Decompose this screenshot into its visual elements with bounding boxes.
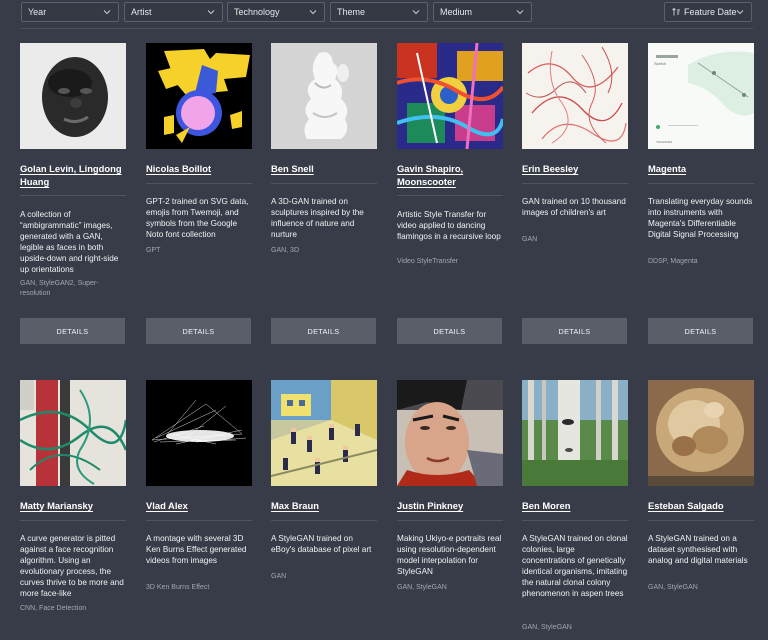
- divider: [397, 520, 503, 521]
- artist-name-link[interactable]: Ben Snell: [271, 162, 377, 175]
- artwork-description: Artistic Style Transfer for video applie…: [397, 210, 501, 241]
- divider: [20, 195, 126, 196]
- artwork-description: A StyleGAN trained on clonal colonies, l…: [522, 534, 628, 598]
- artwork-description: A 3D-GAN trained on sculptures inspired …: [271, 197, 364, 239]
- artwork-thumbnail[interactable]: [522, 43, 628, 149]
- artwork-tags: GAN: [271, 573, 287, 580]
- artist-name-link[interactable]: Gavin Shapiro, Moonscooter: [397, 162, 503, 188]
- details-button[interactable]: DETAILS: [271, 318, 376, 344]
- chevron-down-icon: [102, 7, 112, 17]
- filter-technology-label: Technology: [234, 7, 280, 17]
- chevron-down-icon: [206, 7, 216, 17]
- artist-name-link[interactable]: Ben Moren: [522, 499, 628, 512]
- artist-name-link[interactable]: Golan Levin, Lingdong Huang: [20, 162, 126, 188]
- filter-artist-label: Artist: [131, 7, 152, 17]
- artist-name-link[interactable]: Vlad Alex: [146, 499, 252, 512]
- chevron-down-icon: [411, 7, 421, 17]
- artwork-tags: GPT: [146, 247, 161, 254]
- divider: [522, 183, 628, 184]
- artwork-thumbnail[interactable]: [397, 43, 503, 149]
- artwork-description: GAN trained on 10 thousand images of chi…: [522, 197, 626, 217]
- sort-label: Feature Date: [684, 7, 737, 17]
- artwork-tags: GAN, StyleGAN: [522, 624, 572, 631]
- artwork-thumbnail[interactable]: [397, 380, 503, 486]
- artwork-thumbnail[interactable]: Sketch TRANSFER: [648, 43, 754, 149]
- artwork-tags: CNN, Face Detection: [20, 605, 87, 612]
- artwork-description: Translating everyday sounds into instrum…: [648, 197, 753, 239]
- artwork-thumbnail[interactable]: [146, 43, 252, 149]
- artwork-thumbnail[interactable]: [271, 43, 377, 149]
- artist-name-link[interactable]: Magenta: [648, 162, 754, 175]
- artwork-description: A montage with several 3D Ken Burns Effe…: [146, 534, 247, 565]
- artwork-thumbnail[interactable]: [522, 380, 628, 486]
- artist-name-link[interactable]: Justin Pinkney: [397, 499, 503, 512]
- divider: [522, 520, 628, 521]
- thumbnail-caption: Sketch: [654, 61, 666, 66]
- artwork-thumbnail[interactable]: [648, 380, 754, 486]
- artwork-description: A collection of “ambigrammatic” images, …: [20, 210, 119, 274]
- artwork-description: A curve generator is pitted against a fa…: [20, 534, 124, 598]
- details-button[interactable]: DETAILS: [146, 318, 251, 344]
- filter-medium-select[interactable]: Medium: [433, 2, 532, 22]
- artwork-tags: GAN, StyleGAN: [397, 584, 447, 591]
- divider: [146, 520, 252, 521]
- divider: [271, 183, 377, 184]
- artist-name-link[interactable]: Erin Beesley: [522, 162, 628, 175]
- artwork-tags: GAN: [522, 236, 538, 243]
- artwork-description: GPT-2 trained on SVG data, emojis from T…: [146, 197, 249, 239]
- filter-theme-label: Theme: [337, 7, 366, 17]
- divider: [271, 520, 377, 521]
- artwork-description: A StyleGAN trained on eBoy's database of…: [271, 534, 372, 554]
- sort-icon: [671, 7, 681, 17]
- divider: [146, 183, 252, 184]
- artist-name-link[interactable]: Nicolas Boillot: [146, 162, 252, 175]
- artist-name-link[interactable]: Esteban Salgado: [648, 499, 754, 512]
- artwork-tags: Video StyleTransfer: [397, 258, 459, 265]
- artwork-thumbnail[interactable]: [146, 380, 252, 486]
- artwork-description: Making Ukiyo-e portraits real using reso…: [397, 534, 502, 576]
- details-button[interactable]: DETAILS: [397, 318, 502, 344]
- filter-theme-select[interactable]: Theme: [330, 2, 428, 22]
- artwork-tags: GAN, 3D: [271, 247, 300, 254]
- divider: [648, 183, 754, 184]
- chevron-down-icon: [308, 7, 318, 17]
- filter-bar: Year Artist Technology Theme Medium Feat…: [0, 0, 768, 28]
- artwork-thumbnail[interactable]: [20, 380, 126, 486]
- artwork-thumbnail[interactable]: [20, 43, 126, 149]
- artist-name-link[interactable]: Matty Mariansky: [20, 499, 126, 512]
- details-button[interactable]: DETAILS: [648, 318, 753, 344]
- divider: [648, 520, 754, 521]
- sort-select[interactable]: Feature Date: [664, 2, 752, 22]
- artist-name-link[interactable]: Max Braun: [271, 499, 377, 512]
- details-button[interactable]: DETAILS: [522, 318, 627, 344]
- filter-year-select[interactable]: Year: [21, 2, 119, 22]
- artwork-tags: 3D Ken Burns Effect: [146, 584, 210, 591]
- filter-medium-label: Medium: [440, 7, 473, 17]
- chevron-down-icon: [735, 7, 745, 17]
- artwork-description: A StyleGAN trained on a dataset synthesi…: [648, 534, 748, 565]
- filter-year-label: Year: [28, 7, 47, 17]
- filter-technology-select[interactable]: Technology: [227, 2, 325, 22]
- artwork-tags: DDSP, Magenta: [648, 258, 698, 265]
- artwork-thumbnail[interactable]: [271, 380, 377, 486]
- chevron-down-icon: [515, 7, 525, 17]
- artwork-tags: GAN, StyleGAN: [648, 584, 698, 591]
- divider: [20, 28, 753, 29]
- thumbnail-caption: TRANSFER: [656, 140, 673, 144]
- divider: [397, 195, 503, 196]
- artwork-tags: GAN, StyleGAN2, Super-resolution: [20, 280, 99, 297]
- filter-artist-select[interactable]: Artist: [124, 2, 223, 22]
- divider: [20, 520, 126, 521]
- details-button[interactable]: DETAILS: [20, 318, 125, 344]
